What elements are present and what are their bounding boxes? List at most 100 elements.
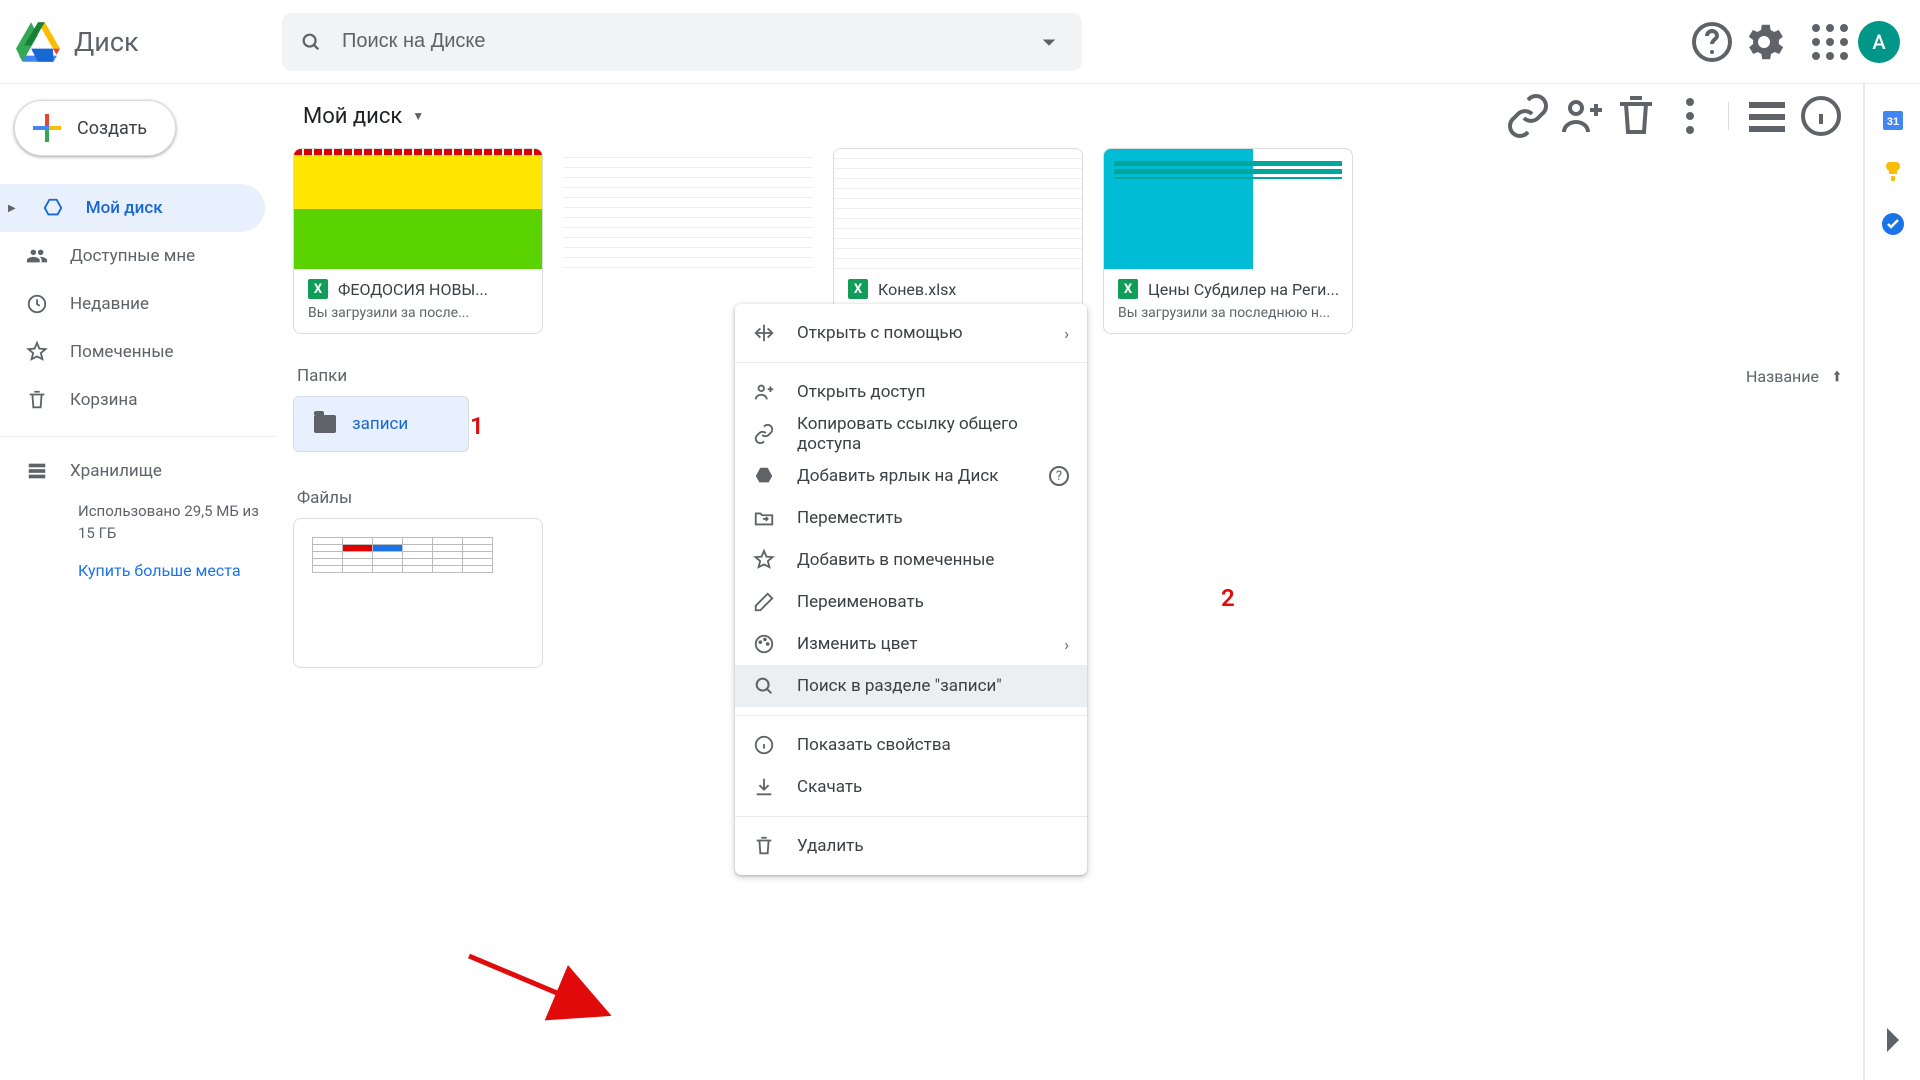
ctx-details[interactable]: Показать свойства xyxy=(735,724,1087,766)
nav-label: Помеченные xyxy=(70,342,174,362)
ctx-rename[interactable]: Переименовать xyxy=(735,581,1087,623)
delete-button[interactable] xyxy=(1612,92,1660,140)
file-subtitle: Вы загрузили за после... xyxy=(294,303,542,333)
plus-icon xyxy=(33,114,61,142)
search-input[interactable] xyxy=(340,29,1034,54)
chevron-right-icon: › xyxy=(1064,635,1069,654)
view-list-button[interactable] xyxy=(1743,92,1791,140)
logo-area: Диск xyxy=(16,22,266,62)
file-title: Конев.xlsx xyxy=(878,280,956,299)
nav-starred[interactable]: Помеченные xyxy=(0,328,265,376)
file-title: Цены Субдилер на Реги... xyxy=(1148,280,1339,299)
details-toggle-button[interactable] xyxy=(1797,92,1845,140)
ctx-move[interactable]: Переместить xyxy=(735,497,1087,539)
trash-icon xyxy=(26,389,48,411)
svg-text:31: 31 xyxy=(1886,116,1898,128)
section-header-files: Файлы xyxy=(297,488,352,508)
info-icon xyxy=(753,734,775,756)
keep-icon[interactable] xyxy=(1881,160,1905,184)
chevron-right-icon[interactable] xyxy=(1869,1016,1917,1064)
ctx-star[interactable]: Добавить в помеченные xyxy=(735,539,1087,581)
file-thumbnail xyxy=(1104,149,1352,269)
context-menu: Открыть с помощью › Открыть доступ Копир… xyxy=(735,304,1087,875)
right-side-panel: 31 xyxy=(1864,84,1920,1080)
file-thumbnail xyxy=(294,149,542,269)
get-link-button[interactable] xyxy=(1504,92,1552,140)
nav-label: Мой диск xyxy=(86,198,163,218)
search-box[interactable] xyxy=(282,13,1082,71)
storage-usage-text: Использовано 29,5 МБ из 15 ГБ xyxy=(0,493,275,545)
folder-item-records[interactable]: записи xyxy=(293,396,469,452)
search-icon xyxy=(300,31,322,53)
ctx-add-shortcut[interactable]: Добавить ярлык на Диск ? xyxy=(735,455,1087,497)
file-subtitle: Вы загрузили за последнюю н... xyxy=(1104,303,1352,333)
nav-trash[interactable]: Корзина xyxy=(0,376,265,424)
ctx-delete[interactable]: Удалить xyxy=(735,825,1087,867)
chevron-right-icon: › xyxy=(1064,324,1069,343)
help-icon[interactable] xyxy=(1688,18,1736,66)
chevron-down-icon: ▼ xyxy=(412,109,424,123)
calendar-icon[interactable]: 31 xyxy=(1881,108,1905,132)
section-header-folders: Папки xyxy=(297,366,347,386)
star-icon xyxy=(26,341,48,363)
file-card[interactable]: X ФЕОДОСИЯ НОВЫ... Вы загрузили за после… xyxy=(293,148,543,334)
pencil-icon xyxy=(753,591,775,613)
ctx-download[interactable]: Скачать xyxy=(735,766,1087,808)
star-icon xyxy=(753,549,775,571)
nav-recent[interactable]: Недавние xyxy=(0,280,265,328)
search-icon xyxy=(753,675,775,697)
file-title: ФЕОДОСИЯ НОВЫ... xyxy=(338,280,488,299)
file-pane: Мой диск ▼ xyxy=(275,84,1864,1080)
nav-label: Недавние xyxy=(70,294,149,314)
sort-label: Название xyxy=(1746,367,1819,386)
settings-gear-icon[interactable] xyxy=(1740,18,1788,66)
share-button[interactable] xyxy=(1558,92,1606,140)
file-thumbnail xyxy=(294,537,542,667)
create-button[interactable]: Создать xyxy=(14,100,176,156)
nav-my-drive[interactable]: ▶ Мой диск xyxy=(0,184,265,232)
sort-direction-icon xyxy=(1829,368,1845,384)
download-icon xyxy=(753,776,775,798)
expand-caret-icon[interactable]: ▶ xyxy=(8,203,16,214)
ctx-color[interactable]: Изменить цвет › xyxy=(735,623,1087,665)
nav-shared[interactable]: Доступные мне xyxy=(0,232,265,280)
ctx-get-link[interactable]: Копировать ссылку общего доступа xyxy=(735,413,1087,455)
link-icon xyxy=(753,423,775,445)
person-plus-icon xyxy=(753,381,775,403)
drive-nav-icon xyxy=(42,197,64,219)
account-avatar[interactable]: А xyxy=(1858,21,1900,63)
location-label: Мой диск xyxy=(303,104,402,129)
buy-storage-link[interactable]: Купить больше места xyxy=(0,545,275,580)
product-name: Диск xyxy=(74,26,139,58)
sidebar: Создать ▶ Мой диск Доступные мне xyxy=(0,84,275,1080)
ctx-open-with[interactable]: Открыть с помощью › xyxy=(735,312,1087,354)
sheets-icon: X xyxy=(308,279,328,299)
tasks-icon[interactable] xyxy=(1881,212,1905,236)
nav-label: Корзина xyxy=(70,390,137,410)
folder-icon xyxy=(314,415,336,433)
file-card[interactable] xyxy=(293,518,543,668)
file-thumbnail xyxy=(563,148,813,268)
apps-grid-icon[interactable] xyxy=(1806,18,1854,66)
file-thumbnail xyxy=(834,149,1082,269)
sort-control[interactable]: Название xyxy=(1746,367,1845,386)
shared-icon xyxy=(26,245,48,267)
search-options-icon[interactable] xyxy=(1034,18,1064,66)
pane-header: Мой диск ▼ xyxy=(275,84,1863,148)
help-icon[interactable]: ? xyxy=(1049,466,1069,486)
app-header: Диск А xyxy=(0,0,1920,84)
nav-storage[interactable]: Хранилище xyxy=(0,449,275,493)
file-card[interactable]: X Цены Субдилер на Реги... Вы загрузили … xyxy=(1103,148,1353,334)
location-dropdown[interactable]: Мой диск ▼ xyxy=(293,98,434,135)
ctx-share[interactable]: Открыть доступ xyxy=(735,371,1087,413)
nav-label: Доступные мне xyxy=(70,246,195,266)
clock-icon xyxy=(26,293,48,315)
sheets-icon: X xyxy=(848,279,868,299)
ctx-search-in-folder[interactable]: Поиск в разделе "записи" xyxy=(735,665,1087,707)
palette-icon xyxy=(753,633,775,655)
drive-shortcut-icon xyxy=(753,465,775,487)
move-to-icon xyxy=(753,322,775,344)
folder-name: записи xyxy=(352,414,408,434)
create-button-label: Создать xyxy=(77,118,147,139)
more-options-button[interactable] xyxy=(1666,92,1714,140)
